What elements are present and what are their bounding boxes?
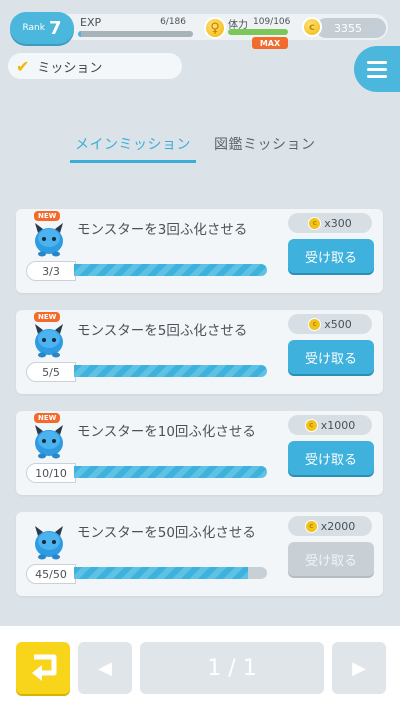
- reward-amount: x300: [324, 216, 352, 230]
- mission-progress-label: 3/3: [26, 261, 76, 281]
- mission-progress-bar: [74, 264, 267, 276]
- exp-progress-bar: [78, 31, 193, 37]
- stamina-bar: [228, 29, 288, 35]
- new-badge: NEW: [34, 211, 61, 221]
- hamburger-icon: [367, 60, 387, 64]
- reward-amount: x2000: [320, 519, 356, 533]
- reward-badge: c x300: [288, 213, 372, 233]
- mission-progress-label: 45/50: [26, 564, 76, 584]
- new-badge: NEW: [34, 413, 61, 423]
- exp-label: EXP: [80, 16, 102, 29]
- hamburger-icon-line: [367, 67, 387, 71]
- coin-icon: c: [308, 317, 322, 331]
- hamburger-icon-line: [367, 74, 387, 78]
- monster-icon: [35, 526, 63, 560]
- mission-progress-bar: [74, 567, 267, 579]
- mission-toggle[interactable]: ✔ ミッション: [8, 53, 182, 79]
- mission-progress-fill: [74, 264, 267, 276]
- mission-progress-bar: [74, 466, 267, 478]
- coin-icon: c: [308, 216, 322, 230]
- mission-toggle-label: ミッション: [37, 60, 103, 76]
- coin-icon: c: [302, 17, 322, 37]
- mission-progress-bar: [74, 365, 267, 377]
- mission-card: モンスターを50回ふ化させる 45/50 c x2000 受け取る: [16, 512, 383, 596]
- coin-count: 3355: [316, 18, 386, 38]
- stamina-max-badge: MAX: [252, 37, 288, 49]
- status-bar: Rank 7 EXP 6/186 ♀ 体力 109/106 MAX 3355 c: [0, 0, 400, 49]
- monster-icon: [35, 425, 63, 459]
- stamina-icon: ♀: [204, 17, 226, 39]
- coin-icon: c: [304, 519, 318, 533]
- mission-title: モンスターを5回ふ化させる: [77, 323, 248, 339]
- mission-progress-label: 5/5: [26, 362, 76, 382]
- return-arrow-icon: [32, 654, 57, 681]
- reward-badge: c x1000: [288, 415, 372, 435]
- mission-card: NEW モンスターを3回ふ化させる 3/3 c x300 受け取る: [16, 209, 383, 293]
- mission-title: モンスターを50回ふ化させる: [77, 525, 256, 541]
- reward-badge: c x2000: [288, 516, 372, 536]
- claim-button[interactable]: 受け取る: [288, 340, 374, 374]
- triangle-left-icon: ◀: [98, 657, 112, 679]
- mission-title: モンスターを10回ふ化させる: [77, 424, 256, 440]
- monster-icon: [35, 324, 63, 358]
- coin-value: 3355: [334, 21, 362, 35]
- tab-book-mission[interactable]: 図鑑ミッション: [214, 134, 316, 154]
- next-page-button[interactable]: ▶: [332, 642, 386, 694]
- coin-icon: c: [304, 418, 318, 432]
- reward-badge: c x500: [288, 314, 372, 334]
- page-indicator: 1 / 1: [140, 642, 324, 694]
- menu-button[interactable]: [354, 46, 400, 92]
- reward-amount: x1000: [320, 418, 356, 432]
- new-badge: NEW: [34, 312, 61, 322]
- checkmark-icon: ✔: [16, 56, 30, 76]
- rank-badge: Rank 7: [10, 12, 74, 44]
- exp-progress-fill: [78, 31, 82, 37]
- rank-label: Rank: [22, 23, 45, 33]
- mission-progress-fill: [74, 365, 267, 377]
- triangle-right-icon: ▶: [352, 657, 366, 679]
- mission-card: NEW モンスターを5回ふ化させる 5/5 c x500 受け取る: [16, 310, 383, 394]
- monster-icon: [35, 223, 63, 257]
- rank-value: 7: [48, 17, 62, 39]
- back-button[interactable]: [16, 642, 70, 694]
- claim-button[interactable]: 受け取る: [288, 542, 374, 576]
- mission-progress-fill: [74, 567, 248, 579]
- stamina-value: 109/106: [253, 17, 291, 27]
- tab-main-mission[interactable]: メインミッション: [70, 134, 196, 163]
- mission-progress-fill: [74, 466, 267, 478]
- mission-title: モンスターを3回ふ化させる: [77, 222, 248, 238]
- mission-card: NEW モンスターを10回ふ化させる 10/10 c x1000 受け取る: [16, 411, 383, 495]
- claim-button[interactable]: 受け取る: [288, 239, 374, 273]
- reward-amount: x500: [324, 317, 352, 331]
- prev-page-button[interactable]: ◀: [78, 642, 132, 694]
- exp-value: 6/186: [160, 17, 186, 27]
- claim-button[interactable]: 受け取る: [288, 441, 374, 475]
- mission-progress-label: 10/10: [26, 463, 76, 483]
